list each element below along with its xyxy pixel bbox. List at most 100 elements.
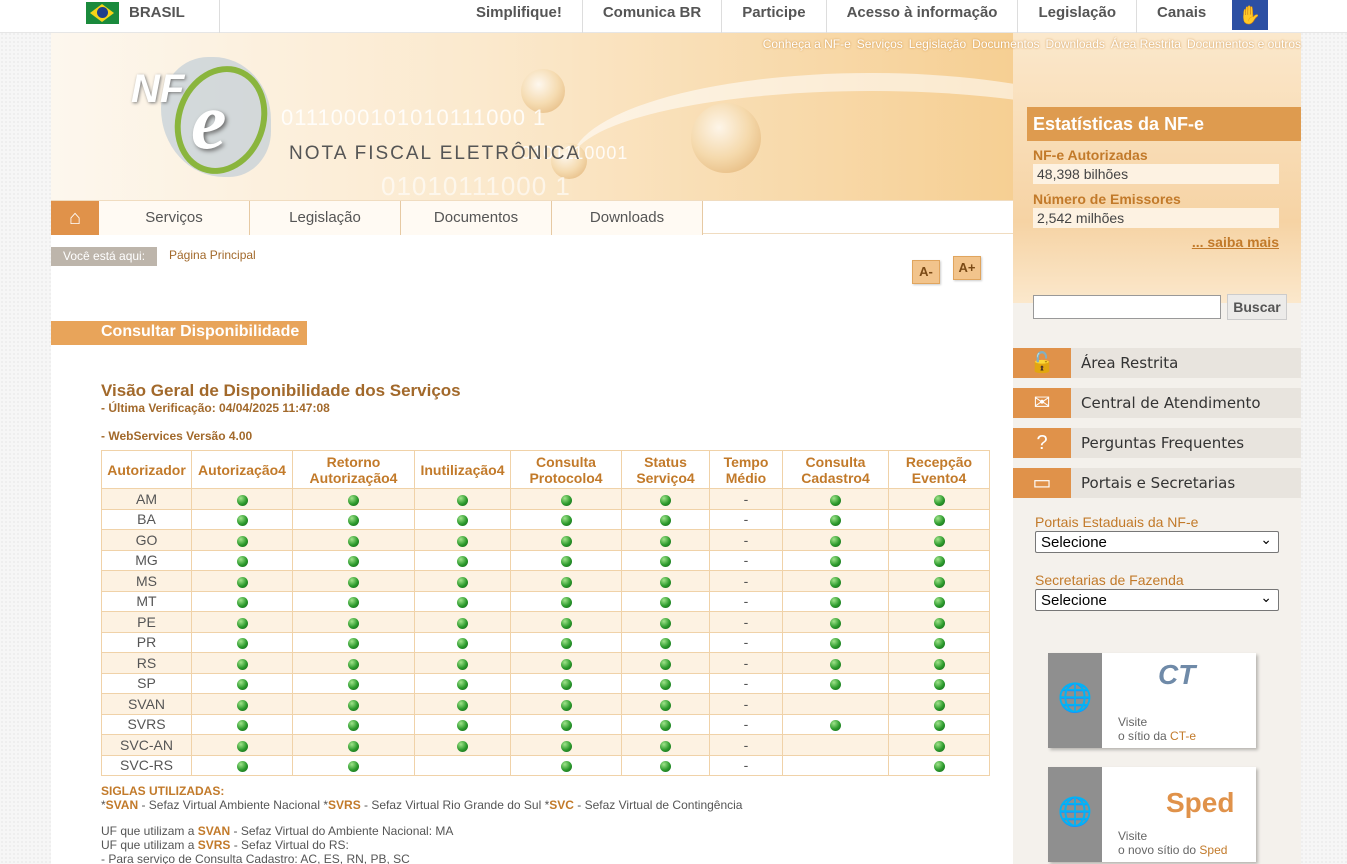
emitters-value: 2,542 milhões [1033, 208, 1279, 228]
nav-downloads[interactable]: Downloads [552, 201, 703, 235]
availability-table: Autorizador Autorização4 Retorno Autorizaçã… [101, 450, 990, 776]
gov-link-legislacao[interactable]: Legislação [1018, 0, 1138, 33]
column-header-text: Médio [725, 469, 767, 486]
toplink-downloads[interactable]: Downloads [1046, 37, 1105, 51]
status-green-icon [830, 494, 841, 506]
status-cell [621, 693, 710, 715]
status-cell [292, 570, 415, 592]
gov-link-acesso[interactable]: Acesso à informação [827, 0, 1019, 33]
table-body: AM - BA - GO - MG - MS - MT - PE - PR - RS - SP - SVAN - SVRS -… [101, 488, 990, 776]
table-row: SVRS - [101, 713, 990, 735]
status-green-icon [660, 494, 671, 506]
authorizer-cell: RS [101, 652, 192, 674]
gov-link-participe[interactable]: Participe [722, 0, 827, 33]
status-cell [888, 693, 990, 715]
nfe-logo[interactable]: NF e [131, 47, 283, 197]
status-cell [510, 508, 622, 530]
status-green-icon [560, 658, 572, 670]
gov-link-canais[interactable]: Canais [1137, 0, 1226, 33]
saiba-mais-link[interactable]: ... saiba mais [1192, 234, 1279, 250]
status-cell [510, 754, 622, 776]
sped-promo-link[interactable]: 🌐 Sped Visite o novo sítio do Sped [1048, 767, 1256, 862]
sidebar-item-portais[interactable]: ▭ Portais e Secretarias [1013, 468, 1301, 498]
status-green-icon [660, 556, 671, 568]
page-heading: Visão Geral de Disponibilidade dos Servi… [101, 381, 461, 400]
font-decrease-button[interactable]: A- [912, 260, 940, 284]
cte-promo-link[interactable]: 🌐 CT Visite o sítio da CT-e [1048, 653, 1256, 748]
table-row: MG - [101, 549, 990, 571]
status-green-icon [933, 515, 945, 527]
status-green-icon [660, 720, 671, 732]
chevron-down-icon: ⌄ [1260, 531, 1272, 547]
table-row: BA - [101, 508, 990, 530]
gov-link-comunica[interactable]: Comunica BR [583, 0, 723, 33]
status-green-icon [236, 556, 248, 568]
status-cell [414, 549, 511, 571]
status-cell: - [709, 672, 783, 694]
search-button[interactable]: Buscar [1227, 294, 1287, 320]
envelope-icon: ✉ [1013, 388, 1071, 418]
nav-documentos[interactable]: Documentos [401, 201, 552, 235]
column-header-text: Retorno [326, 453, 381, 470]
status-green-icon [933, 576, 945, 588]
column-header: Retorno Autorização4 [292, 450, 415, 489]
status-cell [414, 734, 511, 756]
authorizer-cell: AM [101, 488, 192, 510]
status-green-icon [560, 556, 572, 568]
brasil-link[interactable]: BRASIL [129, 4, 185, 21]
secretarias-select[interactable]: Selecione ⌄ [1035, 589, 1279, 611]
home-icon[interactable]: ⌂ [51, 201, 99, 235]
nav-legislacao[interactable]: Legislação [250, 201, 401, 235]
column-header: Inutilização4 [414, 450, 511, 489]
column-header-text: Recepção [905, 453, 973, 470]
notes: SIGLAS UTILIZADAS: *SVAN - Sefaz Virtual… [101, 784, 742, 864]
status-green-icon [348, 494, 359, 506]
toplink-documentos[interactable]: Documentos [972, 37, 1039, 51]
column-header: Autorizador [101, 450, 192, 489]
status-cell [292, 529, 415, 551]
column-header: Recepção Evento4 [888, 450, 990, 489]
gov-link-simplifique[interactable]: Simplifique! [456, 0, 583, 33]
sidebar-item-central[interactable]: ✉ Central de Atendimento [1013, 388, 1301, 418]
authorizer-cell: SVC-RS [101, 754, 192, 776]
status-green-icon [236, 617, 248, 629]
status-green-icon [457, 617, 468, 629]
status-green-icon [560, 638, 572, 650]
search-input[interactable] [1033, 295, 1221, 319]
toplink-legislacao[interactable]: Legislação [909, 37, 966, 51]
status-cell: - [709, 611, 783, 633]
toplink-conheca[interactable]: Conheça a NF-e [763, 37, 851, 51]
table-row: SP - [101, 672, 990, 694]
sidebar-item-perguntas[interactable]: ? Perguntas Frequentes [1013, 428, 1301, 458]
status-green-icon [236, 638, 248, 650]
status-cell [782, 590, 889, 612]
uf-text: - Sefaz Virtual do Ambiente Nacional: MA [230, 824, 454, 838]
nav-servicos[interactable]: Serviços [99, 201, 250, 235]
status-cell [191, 570, 293, 592]
libras-accessibility-icon[interactable]: ✋ [1232, 0, 1268, 30]
table-row: AM - [101, 488, 990, 510]
breadcrumb-home-link[interactable]: Página Principal [169, 248, 256, 262]
toplink-servicos[interactable]: Serviços [857, 37, 903, 51]
toplink-area-restrita[interactable]: Área Restrita [1111, 37, 1181, 51]
sidebar-item-area-restrita[interactable]: 🔓 Área Restrita [1013, 348, 1301, 378]
toplink-documentos-outros[interactable]: Documentos e outros [1187, 37, 1301, 51]
uf-text: UF que utilizam a [101, 824, 198, 838]
status-cell [510, 693, 622, 715]
font-increase-button[interactable]: A+ [953, 256, 981, 280]
portais-select[interactable]: Selecione ⌄ [1035, 531, 1279, 553]
status-green-icon [660, 699, 671, 711]
status-cell: - [709, 590, 783, 612]
status-green-icon [933, 535, 945, 547]
status-cell [292, 734, 415, 756]
status-green-icon [933, 494, 945, 506]
status-green-icon [348, 597, 359, 609]
status-green-icon [348, 679, 359, 691]
status-cell [510, 611, 622, 633]
status-green-icon [660, 679, 671, 691]
status-cell [621, 508, 710, 530]
status-green-icon [236, 720, 248, 732]
status-green-icon [933, 658, 945, 670]
status-green-icon [560, 576, 572, 588]
status-cell [191, 549, 293, 571]
